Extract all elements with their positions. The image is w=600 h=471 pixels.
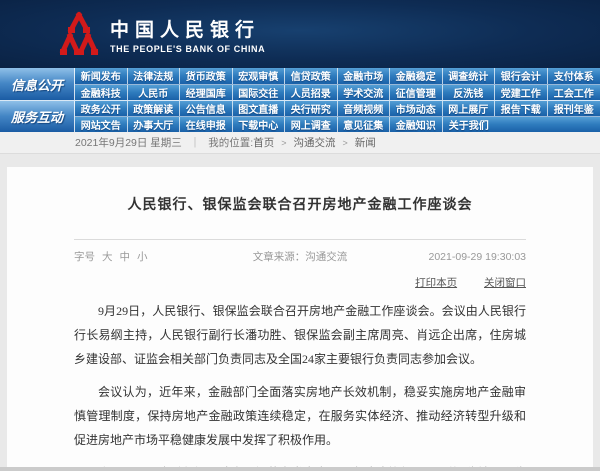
breadcrumb-trail: 首页 > 沟通交流 > 新闻 — [253, 135, 376, 150]
nav-item[interactable]: 征信管理 — [390, 84, 443, 100]
nav-item[interactable]: 金融市场 — [338, 68, 390, 84]
nav-item[interactable]: 市场动态 — [390, 101, 443, 116]
pboc-emblem-icon — [59, 11, 99, 55]
nav-item[interactable]: 新闻发布 — [75, 68, 128, 84]
nav-item[interactable]: 银行会计 — [495, 68, 548, 84]
close-window-link[interactable]: 关闭窗口 — [484, 277, 526, 289]
breadcrumb-item[interactable]: 首页 — [253, 135, 274, 150]
bank-name-block: 中国人民银行 THE PEOPLE'S BANK OF CHINA — [110, 15, 265, 54]
nav-item[interactable]: 下载中心 — [233, 117, 285, 132]
nav-item[interactable]: 央行研究 — [285, 101, 338, 116]
nav-item[interactable]: 报刊年鉴 — [548, 101, 600, 116]
print-page-link[interactable]: 打印本页 — [415, 277, 457, 289]
nav-item[interactable]: 经理国库 — [180, 84, 233, 100]
font-size-option[interactable]: 中 — [120, 249, 131, 264]
main-nav: 信息公开 新闻发布 法律法规 货币政策 宏观审慎 信贷政策 金融市场 金融稳定 调查统计 银行会计… — [0, 68, 600, 132]
nav-item[interactable]: 关于我们 — [443, 117, 496, 132]
breadcrumb-location-label: 我的位置: — [208, 137, 254, 149]
breadcrumb-arrow-icon: > — [342, 137, 348, 148]
nav-item[interactable]: 金融知识 — [390, 117, 443, 132]
nav-item[interactable]: 国际交往 — [233, 84, 285, 100]
nav-item[interactable]: 党建工作 — [495, 84, 548, 100]
page-bottom-edge — [0, 467, 600, 471]
nav-item[interactable]: 金融科技 — [75, 84, 128, 100]
content-area: 人民银行、银保监会联合召开房地产金融工作座谈会 字号 大中小 文章来源：沟通交流… — [0, 154, 600, 471]
article-body: 9月29日，人民银行、银保监会联合召开房地产金融工作座谈会。会议由人民银行行长易… — [74, 299, 526, 471]
nav-item[interactable]: 办事大厅 — [128, 117, 180, 132]
nav-item[interactable]: 信贷政策 — [285, 68, 338, 84]
nav-item[interactable]: 宏观审慎 — [233, 68, 285, 84]
nav-item[interactable]: 金融稳定 — [390, 68, 443, 84]
article-datetime: 2021-09-29 19:30:03 — [428, 250, 527, 263]
breadcrumb: 2021年9月29日 星期三 ｜ 我的位置: 首页 > 沟通交流 > 新闻 — [0, 132, 600, 154]
nav-item[interactable]: 人员招录 — [285, 84, 338, 100]
breadcrumb-date: 2021年9月29日 星期三 — [75, 137, 182, 149]
font-size-options: 大中小 — [102, 249, 148, 264]
nav-item[interactable]: 网上展厅 — [443, 101, 495, 116]
breadcrumb-item[interactable]: 沟通交流 — [293, 135, 335, 150]
nav-item[interactable]: 反洗钱 — [443, 84, 495, 100]
font-size-option[interactable]: 大 — [102, 249, 113, 264]
bank-name-cn: 中国人民银行 — [110, 19, 261, 41]
breadcrumb-item[interactable]: 新闻 — [355, 135, 376, 150]
article-title: 人民银行、银保监会联合召开房地产金融工作座谈会 — [127, 198, 473, 213]
nav-item[interactable]: 报告下载 — [495, 101, 548, 116]
nav-group: 服务互动 政务公开 政策解读 公告信息 图文直播 央行研究 音频视频 市场动态 网上展厅 报告下载… — [0, 100, 600, 132]
nav-item[interactable]: 图文直播 — [233, 101, 285, 116]
nav-item[interactable]: 公告信息 — [180, 101, 233, 116]
article-paragraph: 9月29日，人民银行、银保监会联合召开房地产金融工作座谈会。会议由人民银行行长易… — [74, 304, 526, 366]
font-size-option[interactable]: 小 — [137, 249, 148, 264]
article-panel: 人民银行、银保监会联合召开房地产金融工作座谈会 字号 大中小 文章来源：沟通交流… — [7, 167, 593, 471]
breadcrumb-arrow-icon: > — [281, 137, 287, 148]
nav-item[interactable]: 法律法规 — [128, 68, 180, 84]
article-paragraph: 会议认为，近年来，金融部门全面落实房地产长效机制，稳妥实施房地产金融审慎管理制度… — [74, 385, 526, 447]
nav-section-label[interactable]: 信息公开 — [0, 68, 75, 100]
nav-section-label[interactable]: 服务互动 — [0, 101, 75, 132]
font-size-label: 字号 — [74, 251, 95, 263]
nav-item[interactable]: 意见征集 — [338, 117, 390, 132]
nav-item[interactable]: 工会工作 — [548, 85, 600, 101]
nav-item[interactable]: 人民币 — [128, 84, 180, 100]
nav-item[interactable]: 在线申报 — [180, 117, 233, 132]
nav-item[interactable]: 政务公开 — [75, 101, 128, 116]
site-header: 中国人民银行 THE PEOPLE'S BANK OF CHINA — [0, 0, 600, 68]
breadcrumb-separator: ｜ — [189, 137, 201, 149]
nav-item[interactable]: 政策解读 — [128, 101, 180, 116]
top-action-row: 打印本页 关闭窗口 — [74, 275, 526, 290]
nav-group: 信息公开 新闻发布 法律法规 货币政策 宏观审慎 信贷政策 金融市场 金融稳定 调查统计 银行会计… — [0, 68, 600, 100]
nav-item[interactable]: 网上调查 — [285, 117, 338, 132]
nav-item[interactable]: 网站文告 — [75, 117, 128, 132]
article-meta-row: 字号 大中小 文章来源：沟通交流 2021-09-29 19:30:03 — [74, 239, 526, 264]
bank-logo[interactable]: 中国人民银行 THE PEOPLE'S BANK OF CHINA — [58, 11, 265, 57]
nav-item[interactable]: 货币政策 — [180, 68, 233, 84]
bank-name-en: THE PEOPLE'S BANK OF CHINA — [110, 43, 266, 54]
nav-item[interactable]: 音频视频 — [338, 101, 390, 116]
nav-item[interactable]: 支付体系 — [548, 68, 600, 84]
nav-item[interactable]: 调查统计 — [443, 68, 495, 84]
font-size-control: 字号 大中小 — [74, 249, 148, 264]
nav-item[interactable]: 学术交流 — [338, 84, 390, 100]
